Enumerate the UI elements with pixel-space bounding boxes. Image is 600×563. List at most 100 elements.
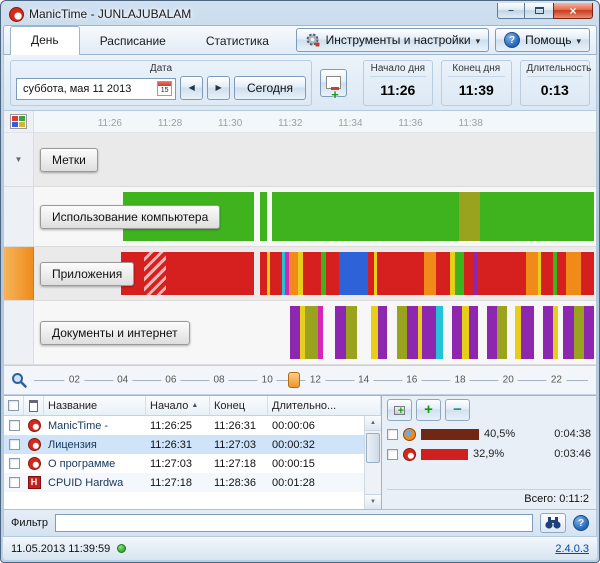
table-scrollbar[interactable] bbox=[364, 416, 381, 509]
row-checkbox[interactable] bbox=[9, 477, 20, 488]
zoom-track[interactable]: 0204060810121416182022 bbox=[34, 366, 588, 394]
close-button[interactable] bbox=[553, 3, 593, 19]
scroll-down-button[interactable] bbox=[365, 494, 381, 509]
scroll-up-button[interactable] bbox=[365, 416, 381, 431]
filter-help-button[interactable] bbox=[573, 515, 589, 531]
timeline-segment-purple[interactable] bbox=[563, 306, 574, 359]
bottom-panels: Название Начало Конец Длительно... Manic… bbox=[3, 395, 597, 509]
previous-day-button[interactable] bbox=[180, 76, 203, 100]
timeline-segment-olive[interactable] bbox=[305, 306, 318, 359]
timeline-segment-green[interactable] bbox=[272, 192, 459, 241]
timeline-segment-green[interactable] bbox=[260, 192, 267, 241]
timeline-segment-olive[interactable] bbox=[346, 306, 356, 359]
timeline-track[interactable]: Использование компьютера bbox=[34, 187, 596, 246]
select-all-checkbox[interactable] bbox=[8, 400, 19, 411]
timeline-segment-purple[interactable] bbox=[378, 306, 387, 359]
help-button[interactable]: Помощь bbox=[495, 28, 590, 52]
timeline-segment-red[interactable] bbox=[377, 252, 424, 295]
add-button[interactable] bbox=[416, 399, 441, 421]
timeline-segment-blue[interactable] bbox=[339, 252, 368, 295]
search-button[interactable] bbox=[540, 513, 566, 533]
timeline-segment-red[interactable] bbox=[436, 252, 450, 295]
tab-schedule[interactable]: Расписание bbox=[80, 28, 186, 55]
timeline-segment-orange[interactable] bbox=[289, 252, 298, 295]
next-day-button[interactable] bbox=[207, 76, 230, 100]
timeline-segment-red[interactable] bbox=[581, 252, 594, 295]
timeline-segment-cyan[interactable] bbox=[436, 306, 442, 359]
row-checkbox[interactable] bbox=[9, 439, 20, 450]
add-timeline-button[interactable] bbox=[320, 69, 347, 97]
timeline-track[interactable]: Документы и интернет bbox=[34, 301, 596, 364]
zoom-handle[interactable] bbox=[288, 372, 300, 388]
timeline-segment-purple[interactable] bbox=[335, 306, 346, 359]
timeline-track[interactable]: Приложения bbox=[34, 247, 596, 300]
timeline-segment-red[interactable] bbox=[166, 252, 254, 295]
table-row[interactable]: О программе11:27:0311:27:1800:00:15 bbox=[4, 454, 381, 473]
timeline-segment-purple[interactable] bbox=[452, 306, 462, 359]
timeline-segment-magenta[interactable] bbox=[318, 306, 323, 359]
timeline-segment-yellow[interactable] bbox=[462, 306, 469, 359]
icon-column-header[interactable] bbox=[24, 396, 44, 415]
timeline-segment-purple[interactable] bbox=[290, 306, 300, 359]
timeline-segment-red[interactable] bbox=[477, 252, 526, 295]
timeline-segment-olive[interactable] bbox=[497, 306, 507, 359]
timeline-segment-green[interactable] bbox=[480, 192, 594, 241]
calendar-icon[interactable]: 15 bbox=[157, 81, 172, 96]
timeline-segment-orange[interactable] bbox=[526, 252, 537, 295]
timeline-segment-purple[interactable] bbox=[543, 306, 553, 359]
maximize-button[interactable] bbox=[525, 3, 553, 19]
timeline-segment-yellow[interactable] bbox=[553, 306, 558, 359]
timeline-segment-purple[interactable] bbox=[521, 306, 533, 359]
timeline-segment-orange[interactable] bbox=[424, 252, 436, 295]
table-row[interactable]: CPUID Hardwa11:27:1811:28:3600:01:28 bbox=[4, 473, 381, 492]
collapse-rows-icon[interactable]: ▼ bbox=[15, 155, 23, 164]
today-button[interactable]: Сегодня bbox=[234, 76, 306, 100]
timeline-segment-red[interactable] bbox=[464, 252, 472, 295]
timeline-segment-red-hatch[interactable] bbox=[144, 252, 166, 295]
summary-row[interactable]: 40,5%0:04:38 bbox=[387, 424, 591, 444]
timeline-segment-green[interactable] bbox=[455, 252, 465, 295]
timeline-segment-olive[interactable] bbox=[397, 306, 407, 359]
titlebar[interactable]: ManicTime - JUNLAJUBALAM bbox=[3, 1, 597, 25]
tab-statistics[interactable]: Статистика bbox=[186, 28, 289, 55]
timeline-segment-yellow[interactable] bbox=[371, 306, 378, 359]
column-header-start[interactable]: Начало bbox=[146, 396, 210, 415]
timeline-segment-olive[interactable] bbox=[459, 192, 479, 241]
table-row[interactable]: ManicTime -11:26:2511:26:3100:00:06 bbox=[4, 416, 381, 435]
timeline-segment-red[interactable] bbox=[541, 252, 553, 295]
table-row[interactable]: Лицензия11:26:3111:27:0300:00:32 bbox=[4, 435, 381, 454]
summary-row[interactable]: 32,9%0:03:46 bbox=[387, 444, 591, 464]
tools-settings-button[interactable]: Инструменты и настройки bbox=[296, 28, 490, 52]
filter-input[interactable] bbox=[55, 514, 533, 532]
time-axis: 11:2611:2811:3011:3211:3411:3611:38 bbox=[34, 111, 596, 132]
add-group-button[interactable] bbox=[387, 399, 412, 421]
column-header-end[interactable]: Конец bbox=[210, 396, 268, 415]
row-checkbox[interactable] bbox=[9, 458, 20, 469]
timeline-segment-orange[interactable] bbox=[566, 252, 581, 295]
column-header-duration[interactable]: Длительно... bbox=[268, 396, 381, 415]
timeline-segment-olive[interactable] bbox=[574, 306, 584, 359]
timeline-segment-purple[interactable] bbox=[584, 306, 594, 359]
magnifier-icon[interactable] bbox=[11, 372, 27, 388]
timelines-palette-icon[interactable] bbox=[10, 114, 27, 129]
summary-checkbox[interactable] bbox=[387, 429, 398, 440]
date-input[interactable]: суббота, мая 11 2013 15 bbox=[16, 78, 176, 100]
column-header-name[interactable]: Название bbox=[44, 396, 146, 415]
scroll-thumb[interactable] bbox=[366, 433, 380, 463]
summary-checkbox[interactable] bbox=[387, 449, 398, 460]
timeline-track[interactable]: Метки bbox=[34, 133, 596, 186]
row-checkbox[interactable] bbox=[9, 420, 20, 431]
remove-button[interactable] bbox=[445, 399, 470, 421]
timeline-segment-purple[interactable] bbox=[469, 306, 478, 359]
status-bar: 11.05.2013 11:39:59 2.4.0.3 bbox=[3, 536, 597, 560]
timeline-segment-purple[interactable] bbox=[422, 306, 436, 359]
timeline-segment-purple[interactable] bbox=[407, 306, 418, 359]
timeline-segment-red[interactable] bbox=[557, 252, 566, 295]
timeline-segment-purple[interactable] bbox=[487, 306, 497, 359]
timeline-segment-red[interactable] bbox=[326, 252, 339, 295]
timeline-segment-red[interactable] bbox=[303, 252, 321, 295]
version-link[interactable]: 2.4.0.3 bbox=[555, 543, 589, 555]
minimize-button[interactable] bbox=[497, 3, 525, 19]
timeline-segment-red[interactable] bbox=[270, 252, 282, 295]
tab-day[interactable]: День bbox=[10, 26, 80, 55]
